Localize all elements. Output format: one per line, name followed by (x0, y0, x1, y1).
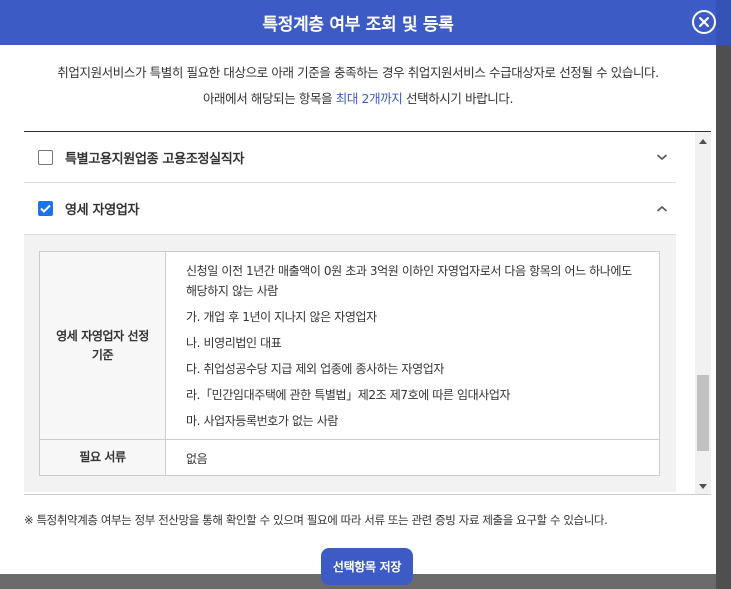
scrollbar-thumb[interactable] (697, 375, 709, 451)
save-selection-button[interactable]: 선택항목 저장 (321, 548, 413, 585)
intro-line-2: 아래에서 해당되는 항목을 최대 2개까지 선택하시기 바랍니다. (0, 86, 716, 112)
chevron-down-icon[interactable] (656, 152, 668, 162)
accordion-item-employment-adjustment[interactable]: 특별고용지원업종 고용조정실직자 (24, 132, 676, 183)
background-overlay (716, 0, 731, 589)
intro-line-2-after: 선택하시기 바랍니다. (402, 91, 514, 106)
criteria-table: 영세 자영업자 선정 기준 신청일 이전 1년간 매출액이 0원 초과 3억원 … (39, 251, 660, 476)
criteria-item: 마. 사업자등록번호가 없는 사람 (186, 414, 338, 428)
accordion-label: 특별고용지원업종 고용조정실직자 (65, 151, 245, 167)
checkbox-small-business-owner[interactable] (38, 201, 53, 216)
scrollbar[interactable] (695, 132, 711, 494)
scroll-down-arrow-icon[interactable] (699, 484, 707, 490)
modal-title: 특정계층 여부 조회 및 등록 (262, 15, 454, 35)
check-icon (40, 204, 51, 213)
criteria-item: 가. 개업 후 1년이 지나지 않은 자영업자 (186, 310, 377, 324)
footnote: ※ 특정취약계층 여부는 정부 전산망을 통해 확인할 수 있으며 필요에 따라… (24, 513, 608, 527)
intro-line-1: 취업지원서비스가 특별히 필요한 대상으로 아래 기준을 충족하는 경우 취업지… (57, 65, 659, 80)
special-group-modal: 특정계층 여부 조회 및 등록 취업지원서비스가 특별히 필요한 대상으로 아래… (0, 0, 716, 585)
modal-header: 특정계층 여부 조회 및 등록 (0, 0, 716, 45)
criteria-item: 다. 취업성공수당 지급 제외 업종에 종사하는 자영업자 (186, 362, 444, 376)
category-list[interactable]: 특별고용지원업종 고용조정실직자 영세 자영업자 영세 자영업자 선정 기준 신… (24, 131, 711, 495)
scroll-up-arrow-icon[interactable] (699, 138, 707, 144)
accordion-label: 영세 자영업자 (65, 203, 140, 218)
chevron-up-icon[interactable] (656, 204, 668, 214)
criteria-header: 영세 자영업자 선정 기준 (39, 251, 166, 440)
criteria-intro: 신청일 이전 1년간 매출액이 0원 초과 3억원 이하인 자영업자로서 다음 … (186, 264, 632, 298)
accordion-item-small-business-owner[interactable]: 영세 자영업자 (24, 183, 676, 235)
close-button[interactable] (692, 10, 716, 34)
intro-text: 취업지원서비스가 특별히 필요한 대상으로 아래 기준을 충족하는 경우 취업지… (0, 60, 716, 112)
checkbox-employment-adjustment[interactable] (38, 149, 53, 165)
docs-value: 없음 (165, 439, 660, 476)
criteria-cell: 신청일 이전 1년간 매출액이 0원 초과 3억원 이하인 자영업자로서 다음 … (165, 251, 660, 440)
accordion-detail-panel: 영세 자영업자 선정 기준 신청일 이전 1년간 매출액이 0원 초과 3억원 … (24, 235, 676, 492)
close-icon (699, 17, 709, 27)
criteria-item: 라.「민간임대주택에 관한 특별법」제2조 제7호에 따른 임대사업자 (186, 388, 511, 402)
docs-header: 필요 서류 (39, 439, 166, 476)
criteria-item: 나. 비영리법인 대표 (186, 336, 282, 350)
intro-line-2-before: 아래에서 해당되는 항목을 (202, 91, 336, 106)
intro-highlight: 최대 2개까지 (335, 91, 403, 106)
